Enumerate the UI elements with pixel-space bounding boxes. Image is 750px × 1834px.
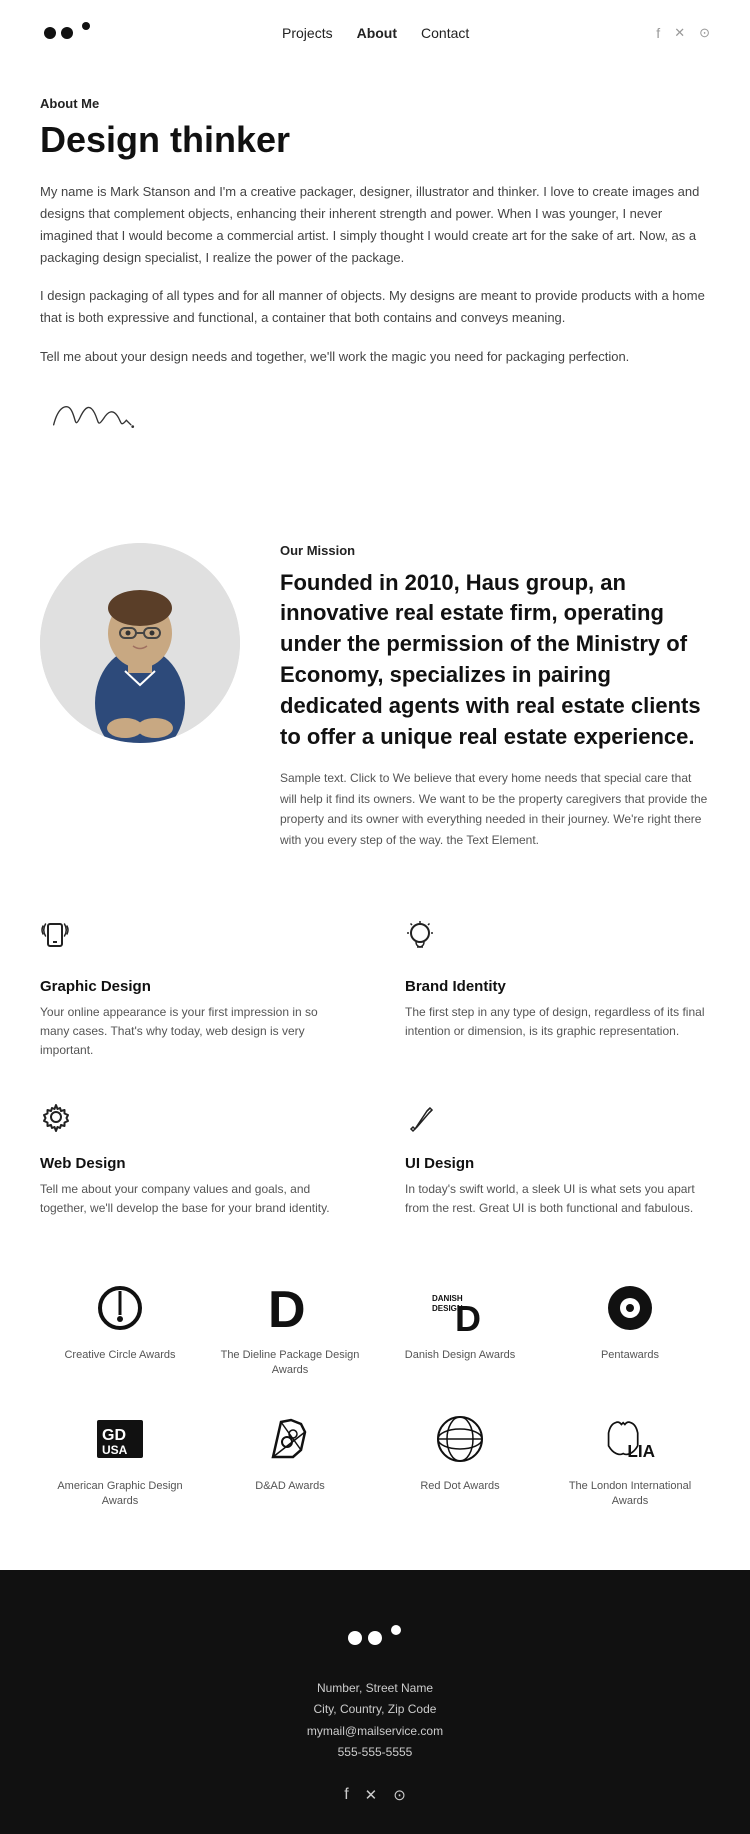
nav-projects[interactable]: Projects <box>282 25 333 41</box>
footer-instagram-icon[interactable]: ⊙ <box>393 1786 406 1804</box>
service-desc-ui: In today's swift world, a sleek UI is wh… <box>405 1180 710 1218</box>
footer-address-line2: City, Country, Zip Code <box>307 1699 443 1721</box>
footer: Number, Street Name City, Country, Zip C… <box>0 1570 750 1834</box>
award-pentawards: Pentawards <box>550 1278 710 1379</box>
award-name-reddot: Red Dot Awards <box>420 1479 499 1494</box>
awards-section: Creative Circle Awards D The Dieline Pac… <box>0 1238 750 1570</box>
service-name-brand: Brand Identity <box>405 978 710 995</box>
footer-email[interactable]: mymail@mailservice.com <box>307 1721 443 1743</box>
instagram-icon[interactable]: ⊙ <box>699 25 710 41</box>
footer-logo <box>343 1620 408 1660</box>
service-desc-web: Tell me about your company values and go… <box>40 1180 345 1218</box>
services-grid: Graphic Design Your online appearance is… <box>40 920 710 1218</box>
award-name-creative-circle: Creative Circle Awards <box>64 1348 175 1363</box>
award-name-lia: The London International Awards <box>550 1479 710 1510</box>
reddot-logo <box>430 1409 490 1469</box>
lightbulb-icon <box>405 920 710 964</box>
about-title: Design thinker <box>40 119 710 161</box>
awards-row-2: GD USA American Graphic Design Awards D&… <box>40 1409 710 1510</box>
footer-address-line1: Number, Street Name <box>307 1678 443 1700</box>
creative-circle-logo <box>90 1278 150 1338</box>
award-dieline: D The Dieline Package Design Awards <box>210 1278 370 1379</box>
award-danish: DANISH DESIGN D Danish Design Awards <box>380 1278 540 1379</box>
facebook-icon[interactable]: f <box>656 25 660 41</box>
service-name-web: Web Design <box>40 1155 345 1172</box>
award-name-danish: Danish Design Awards <box>405 1348 515 1363</box>
service-web-design: Web Design Tell me about your company va… <box>40 1101 345 1218</box>
mobile-icon <box>40 920 345 964</box>
award-creative-circle: Creative Circle Awards <box>40 1278 200 1379</box>
footer-twitter-x-icon[interactable]: ✕ <box>365 1786 378 1804</box>
nav-links: Projects About Contact <box>282 25 469 41</box>
about-section: About Me Design thinker My name is Mark … <box>0 66 750 503</box>
awards-row-1: Creative Circle Awards D The Dieline Pac… <box>40 1278 710 1379</box>
svg-text:USA: USA <box>102 1443 128 1457</box>
svg-text:LIA: LIA <box>627 1441 655 1461</box>
service-ui-design: UI Design In today's swift world, a slee… <box>405 1101 710 1218</box>
dad-logo <box>260 1409 320 1469</box>
about-paragraph-3: Tell me about your design needs and toge… <box>40 346 710 368</box>
pentawards-logo <box>600 1278 660 1338</box>
about-paragraph-2: I design packaging of all types and for … <box>40 285 710 329</box>
award-name-pentawards: Pentawards <box>601 1348 659 1363</box>
service-desc-brand: The first step in any type of design, re… <box>405 1003 710 1041</box>
service-brand-identity: Brand Identity The first step in any typ… <box>405 920 710 1061</box>
dieline-logo: D <box>260 1278 320 1338</box>
award-name-gd-usa: American Graphic Design Awards <box>40 1479 200 1510</box>
lia-logo: LIA <box>600 1409 660 1469</box>
mission-label: Our Mission <box>280 543 710 558</box>
nav-logo <box>40 18 95 48</box>
svg-text:D: D <box>455 1298 481 1335</box>
footer-facebook-icon[interactable]: f <box>344 1786 348 1804</box>
mission-text: Sample text. Click to We believe that ev… <box>280 768 710 850</box>
signature <box>40 388 710 453</box>
danish-logo: DANISH DESIGN D <box>430 1278 490 1338</box>
award-name-dieline: The Dieline Package Design Awards <box>210 1348 370 1379</box>
svg-text:D: D <box>268 1281 306 1335</box>
mission-section: Our Mission Founded in 2010, Haus group,… <box>0 513 750 880</box>
gear-icon <box>40 1101 345 1141</box>
footer-address: Number, Street Name City, Country, Zip C… <box>307 1678 443 1764</box>
service-graphic-design: Graphic Design Your online appearance is… <box>40 920 345 1061</box>
nav-contact[interactable]: Contact <box>421 25 469 41</box>
twitter-x-icon[interactable]: ✕ <box>674 25 685 41</box>
service-name-graphic: Graphic Design <box>40 978 345 995</box>
gd-usa-logo: GD USA <box>90 1409 150 1469</box>
person-portrait <box>40 543 240 743</box>
footer-phone: 555-555-5555 <box>307 1742 443 1764</box>
award-gd-usa: GD USA American Graphic Design Awards <box>40 1409 200 1510</box>
service-desc-graphic: Your online appearance is your first imp… <box>40 1003 345 1061</box>
navigation: Projects About Contact f ✕ ⊙ <box>0 0 750 66</box>
services-section: Graphic Design Your online appearance is… <box>0 880 750 1238</box>
about-paragraph-1: My name is Mark Stanson and I'm a creati… <box>40 181 710 269</box>
award-lia: LIA The London International Awards <box>550 1409 710 1510</box>
mission-content: Our Mission Founded in 2010, Haus group,… <box>280 543 710 850</box>
service-name-ui: UI Design <box>405 1155 710 1172</box>
award-name-dad: D&AD Awards <box>255 1479 325 1494</box>
about-label: About Me <box>40 96 710 111</box>
mission-title: Founded in 2010, Haus group, an innovati… <box>280 568 710 753</box>
pencil-icon <box>405 1101 710 1141</box>
award-reddot: Red Dot Awards <box>380 1409 540 1510</box>
svg-text:GD: GD <box>102 1427 126 1444</box>
nav-about[interactable]: About <box>357 25 397 41</box>
award-dad: D&AD Awards <box>210 1409 370 1510</box>
footer-social: f ✕ ⊙ <box>344 1786 406 1804</box>
nav-social: f ✕ ⊙ <box>656 25 710 41</box>
